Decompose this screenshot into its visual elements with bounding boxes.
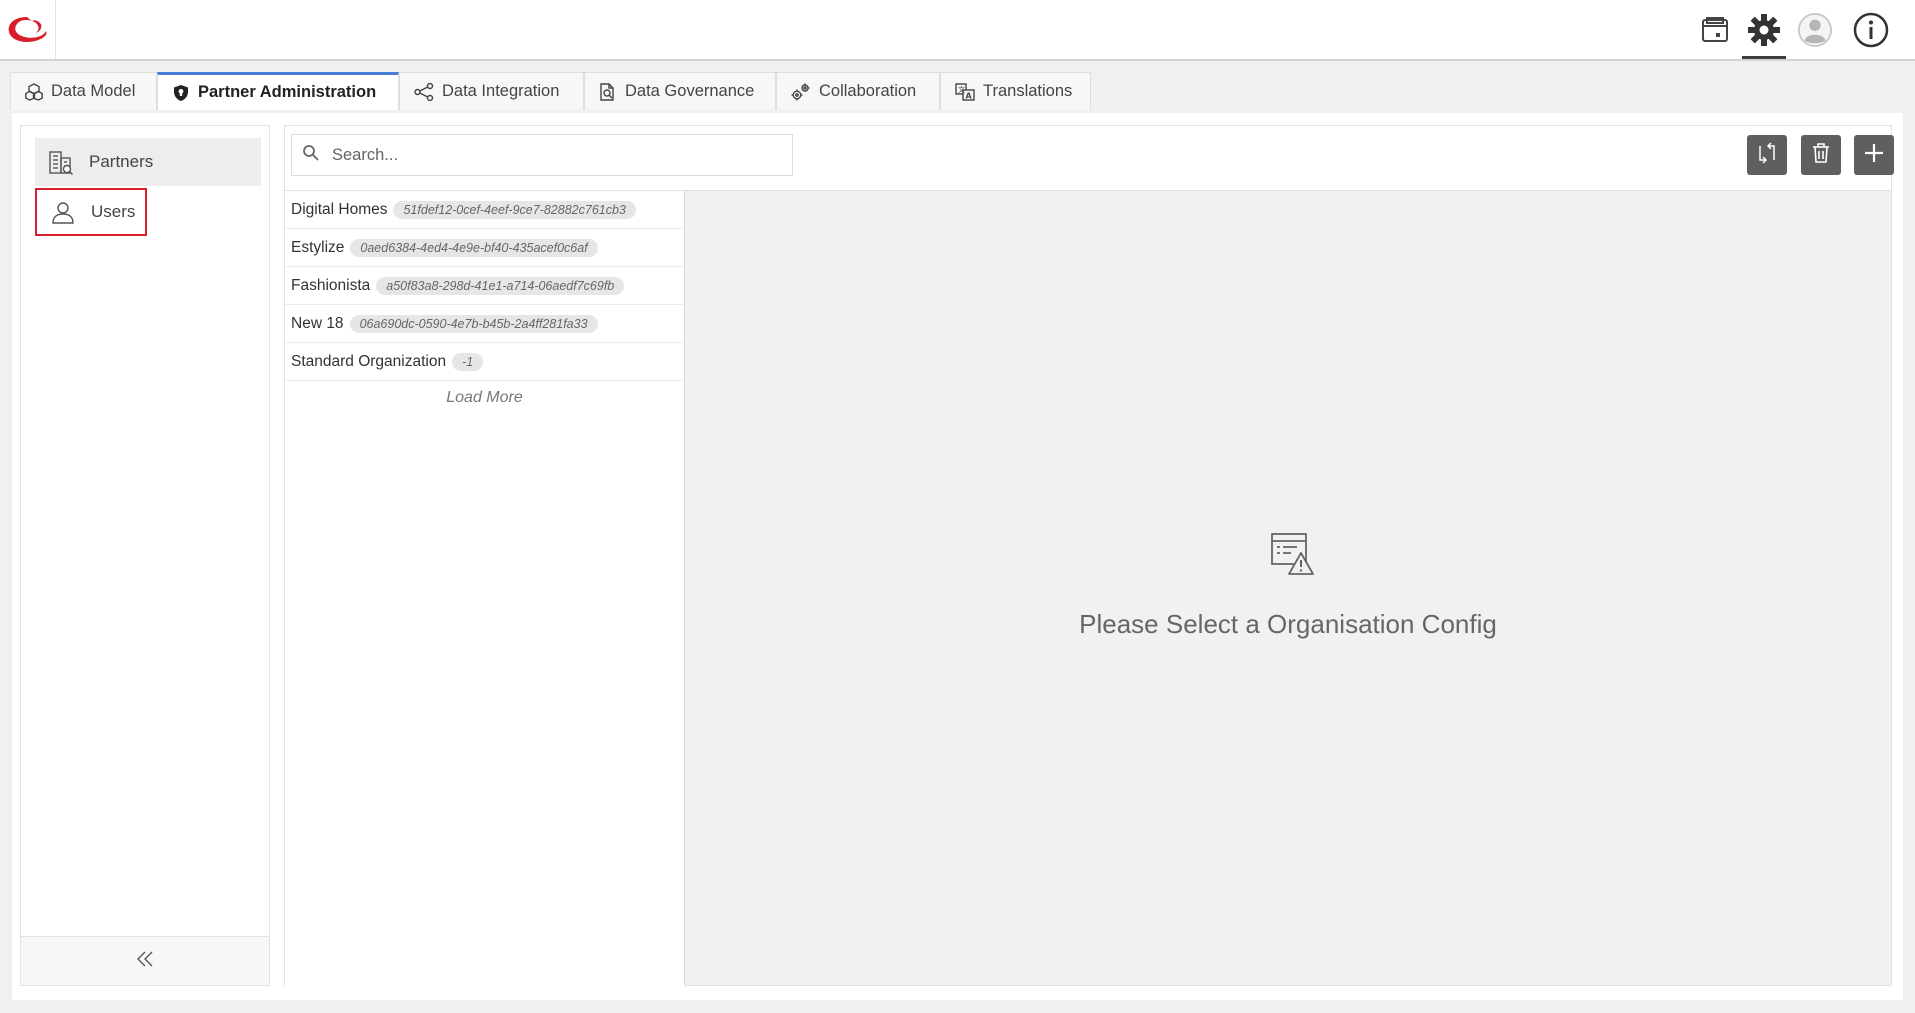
search-icon	[302, 144, 320, 167]
tab-translations[interactable]: 文A Translations	[940, 72, 1091, 110]
gears-icon	[791, 83, 811, 101]
calendar-icon[interactable]	[1697, 12, 1733, 48]
org-id-badge: 0aed6384-4ed4-4e9e-bf40-435acef0c6af	[350, 238, 598, 257]
sync-icon	[1756, 141, 1778, 169]
sync-button[interactable]	[1747, 135, 1787, 175]
add-button[interactable]	[1854, 135, 1894, 175]
list-item[interactable]: Digital Homes 51fdef12-0cef-4eef-9ce7-82…	[285, 191, 684, 229]
trash-icon	[1811, 142, 1831, 169]
organization-list: Digital Homes 51fdef12-0cef-4eef-9ce7-82…	[285, 190, 685, 986]
translate-icon: 文A	[955, 82, 975, 101]
tab-data-governance[interactable]: Data Governance	[584, 72, 776, 110]
list-item[interactable]: Fashionista a50f83a8-298d-41e1-a714-06ae…	[285, 267, 684, 305]
top-header	[0, 0, 1915, 61]
detail-panel: Please Select a Organisation Config	[685, 190, 1891, 985]
sidebar-item-label: Users	[91, 202, 136, 221]
building-icon	[47, 148, 75, 176]
tab-label: Data Governance	[625, 82, 755, 100]
tab-partner-administration[interactable]: Partner Administration	[157, 72, 399, 110]
sidebar-item-label: Partners	[89, 152, 154, 171]
plus-icon	[1863, 142, 1885, 169]
tab-bar: Data Model Partner Administration Data I…	[0, 61, 1915, 111]
list-item[interactable]: New 18 06a690dc-0590-4e7b-b45b-2a4ff281f…	[285, 305, 684, 343]
tab-label: Collaboration	[819, 82, 917, 100]
shield-icon	[172, 84, 190, 102]
doc-search-icon	[599, 82, 617, 101]
user-avatar-icon[interactable]	[1797, 12, 1833, 48]
tab-label: Data Model	[51, 82, 136, 100]
sidebar: Partners Users	[20, 125, 270, 986]
user-icon	[49, 198, 77, 226]
brand-logo[interactable]	[0, 0, 56, 59]
org-name: Digital Homes	[291, 200, 388, 218]
empty-state-message: Please Select a Organisation Config	[1079, 609, 1497, 639]
organization-panel: Digital Homes 51fdef12-0cef-4eef-9ce7-82…	[284, 125, 1894, 986]
sidebar-item-users[interactable]: Users	[35, 188, 147, 236]
content-frame: Partners Users Search... Digital Homes 5…	[12, 113, 1903, 1000]
delete-button[interactable]	[1801, 135, 1841, 175]
org-id-badge: 51fdef12-0cef-4eef-9ce7-82882c761cb3	[393, 200, 636, 219]
main-area: Partners Users Search... Digital Homes 5…	[0, 111, 1915, 1013]
double-chevron-left-icon	[136, 951, 154, 972]
tab-label: Data Integration	[442, 82, 560, 100]
list-item[interactable]: Standard Organization -1	[285, 343, 684, 381]
tab-data-model[interactable]: Data Model	[10, 72, 157, 110]
org-name: New 18	[291, 314, 344, 332]
load-more-link[interactable]: Load More	[285, 381, 684, 407]
gear-icon[interactable]	[1742, 12, 1786, 59]
tab-label: Translations	[983, 82, 1073, 100]
org-name: Estylize	[291, 238, 345, 256]
info-icon[interactable]	[1853, 12, 1889, 48]
tab-data-integration[interactable]: Data Integration	[399, 72, 584, 110]
tab-collaboration[interactable]: Collaboration	[776, 72, 940, 110]
svg-text:文: 文	[958, 85, 965, 94]
org-name: Standard Organization	[291, 352, 447, 370]
org-id-badge: 06a690dc-0590-4e7b-b45b-2a4ff281fa33	[349, 314, 598, 333]
sidebar-collapse-button[interactable]	[21, 936, 269, 985]
search-input[interactable]	[330, 144, 774, 166]
search-field[interactable]	[291, 134, 793, 176]
share-nodes-icon	[414, 82, 434, 101]
list-item[interactable]: Estylize 0aed6384-4ed4-4e9e-bf40-435acef…	[285, 229, 684, 267]
doc-warning-icon	[1269, 531, 1315, 582]
sidebar-item-partners[interactable]: Partners	[35, 138, 261, 186]
svg-text:A: A	[966, 91, 973, 100]
org-id-badge: a50f83a8-298d-41e1-a714-06aedf7c69fb	[376, 276, 625, 295]
tab-label: Partner Administration	[198, 83, 377, 101]
org-id-badge: -1	[452, 352, 484, 371]
org-name: Fashionista	[291, 276, 371, 294]
cubes-icon	[25, 82, 43, 101]
